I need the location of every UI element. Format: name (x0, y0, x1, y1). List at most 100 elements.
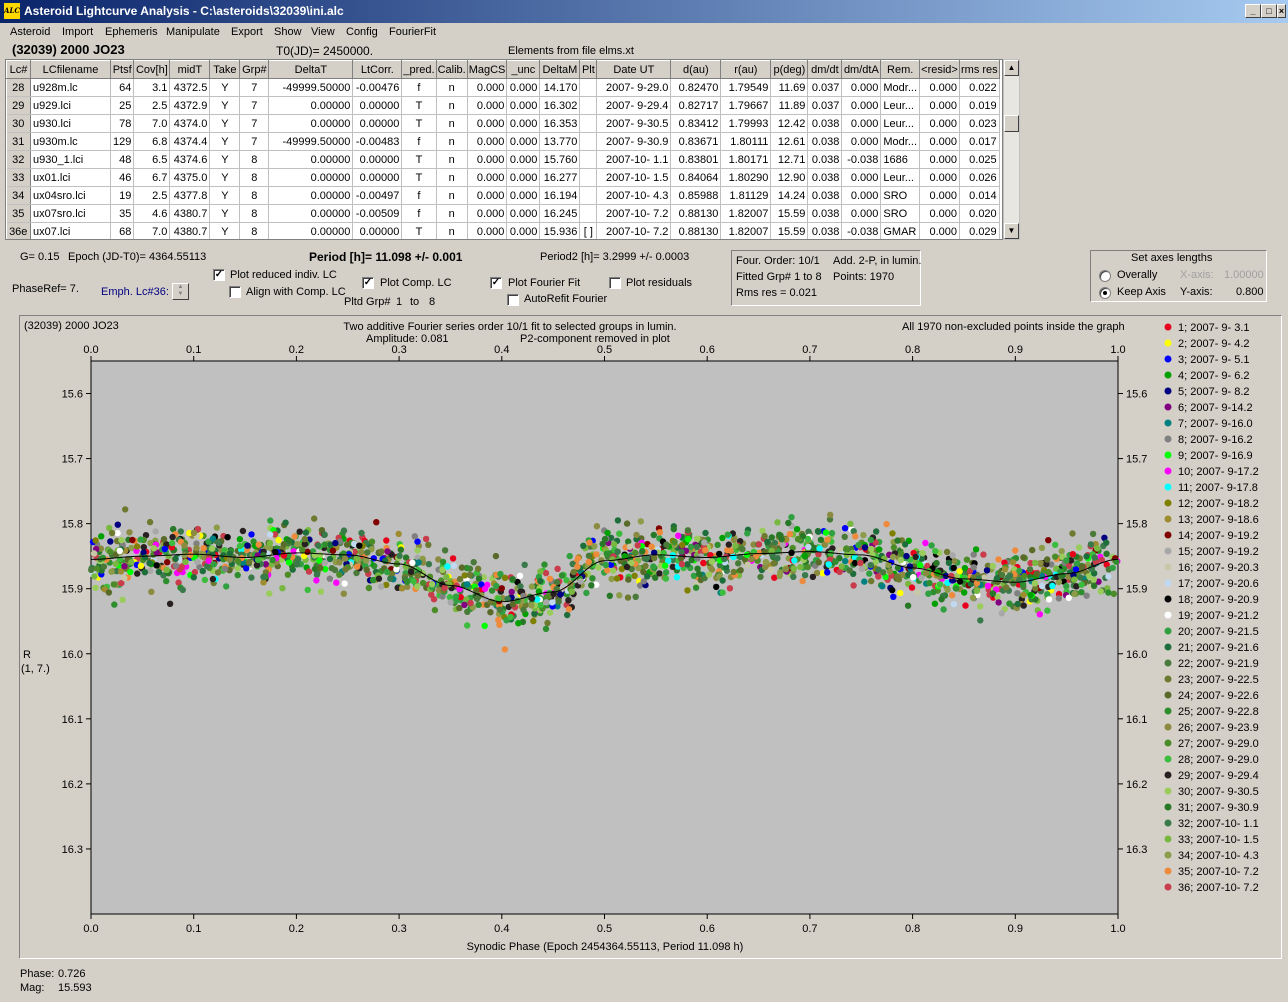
table-cell[interactable]: Y (209, 96, 241, 115)
table-cell[interactable]: Leur... (880, 96, 920, 115)
plot-residuals-checkbox[interactable] (609, 277, 621, 289)
menu-export[interactable]: Export (231, 26, 263, 38)
table-cell[interactable]: Y (209, 186, 241, 205)
table-cell[interactable]: 4374.4 (169, 132, 211, 151)
table-cell[interactable]: 0.000 (467, 150, 508, 169)
column-header[interactable]: LCfilename (30, 60, 111, 79)
table-cell[interactable]: 0.000 (467, 132, 508, 151)
table-cell[interactable]: T (401, 168, 437, 187)
table-cell[interactable]: 0.00000 (352, 114, 403, 133)
table-cell[interactable]: 0.000 (919, 168, 960, 187)
emph-lc-spinner[interactable]: ▲ ▼ (172, 283, 189, 300)
menu-show[interactable]: Show (274, 26, 302, 38)
table-cell[interactable]: 2007-10- 7.2 (596, 222, 672, 239)
table-cell[interactable]: Y (209, 78, 241, 97)
column-header[interactable]: Date UT (596, 60, 672, 79)
column-header[interactable]: Rem. (880, 60, 920, 79)
column-header[interactable]: LtCorr. (352, 60, 403, 79)
table-cell[interactable]: -0.00483 (352, 132, 403, 151)
table-cell[interactable] (579, 132, 598, 151)
table-cell[interactable]: Modr... (880, 78, 920, 97)
row-header[interactable]: 34 (6, 186, 31, 205)
table-cell[interactable]: 0.00000 (352, 150, 403, 169)
table-cell[interactable]: 2007- 9-29.4 (596, 96, 672, 115)
table-cell[interactable]: 4.6 (133, 204, 171, 223)
table-cell[interactable]: 4380.7 (169, 222, 211, 239)
column-header[interactable]: Cov[h] (133, 60, 171, 79)
column-header[interactable]: DeltaM (539, 60, 581, 79)
pltd-grp-to[interactable]: 8 (429, 296, 435, 308)
app-icon[interactable]: ALC (4, 3, 20, 19)
table-cell[interactable]: 15.59 (770, 222, 809, 239)
table-cell[interactable]: 12.90 (770, 168, 809, 187)
column-header[interactable]: midT (169, 60, 211, 79)
table-cell[interactable]: Y (209, 222, 241, 239)
menu-manipulate[interactable]: Manipulate (166, 26, 220, 38)
table-cell[interactable]: 0.000 (506, 150, 541, 169)
table-cell[interactable]: 2007- 9-30.9 (596, 132, 672, 151)
table-cell[interactable]: 11.89 (770, 96, 809, 115)
table-cell[interactable]: ux01.lci (30, 168, 111, 187)
table-cell[interactable]: 0.000 (506, 114, 541, 133)
table-cell[interactable]: n (436, 96, 468, 115)
table-row[interactable]: 36e ux07.lci 68 7.0 4380.7 Y 8 0.00000 0.00000 Tn… (6, 222, 1000, 239)
table-cell[interactable]: -0.038 (841, 222, 882, 239)
table-cell[interactable]: 0.000 (467, 204, 508, 223)
pltd-grp-from[interactable]: 1 (396, 296, 402, 308)
table-row[interactable]: 35 ux07sro.lci 35 4.6 4380.7 Y 8 0.00000 -0.0050… (6, 204, 1000, 223)
table-cell[interactable]: Y (209, 150, 241, 169)
table-cell[interactable]: 0.000 (841, 96, 882, 115)
menu-ephemeris[interactable]: Ephemeris (105, 26, 158, 38)
keep-axis-radio[interactable] (1099, 287, 1111, 299)
table-cell[interactable]: Leur... (880, 114, 920, 133)
table-cell[interactable]: n (436, 78, 468, 97)
table-cell[interactable]: 0.000 (506, 222, 541, 239)
table-cell[interactable]: 0.000 (506, 204, 541, 223)
table-cell[interactable]: 0.037 (807, 78, 843, 97)
table-cell[interactable]: u929.lci (30, 96, 111, 115)
table-cell[interactable]: 0.00000 (268, 114, 354, 133)
table-cell[interactable]: 0.038 (807, 132, 843, 151)
table-cell[interactable]: 0.83801 (670, 150, 722, 169)
table-cell[interactable]: [ ] (579, 222, 598, 239)
table-cell[interactable]: n (436, 114, 468, 133)
table-cell[interactable]: 0.000 (506, 168, 541, 187)
table-cell[interactable]: 48 (110, 150, 135, 169)
table-cell[interactable]: 0.000 (841, 114, 882, 133)
table-cell[interactable]: 0.000 (919, 96, 960, 115)
table-cell[interactable]: 0.84064 (670, 168, 722, 187)
table-cell[interactable]: 0.00000 (352, 168, 403, 187)
table-cell[interactable]: 14.170 (539, 78, 581, 97)
table-cell[interactable]: 7 (239, 132, 270, 151)
table-row[interactable]: 34 ux04sro.lci 19 2.5 4377.8 Y 8 0.00000 -0.0049… (6, 186, 1000, 205)
table-cell[interactable]: Leur... (880, 168, 920, 187)
table-cell[interactable]: 2.5 (133, 96, 171, 115)
maximize-button[interactable]: □ (1261, 4, 1277, 18)
table-cell[interactable]: 0.023 (959, 114, 1000, 133)
table-cell[interactable]: 64 (110, 78, 135, 97)
table-cell[interactable]: 0.038 (807, 150, 843, 169)
column-header[interactable]: DeltaT (268, 60, 354, 79)
table-row[interactable]: 28 u928m.lc 64 3.1 4372.5 Y 7 -49999.50000 -0.00… (6, 78, 1000, 97)
scroll-down-button[interactable]: ▼ (1004, 223, 1019, 239)
table-cell[interactable]: u930_1.lci (30, 150, 111, 169)
table-cell[interactable]: 8 (239, 204, 270, 223)
column-header[interactable]: dm/dt (807, 60, 843, 79)
table-cell[interactable]: 1.80290 (720, 168, 772, 187)
table-cell[interactable]: -0.00497 (352, 186, 403, 205)
table-cell[interactable]: 68 (110, 222, 135, 239)
table-cell[interactable]: 6.7 (133, 168, 171, 187)
table-cell[interactable]: 0.014 (959, 186, 1000, 205)
table-cell[interactable]: -0.00476 (352, 78, 403, 97)
table-cell[interactable]: 7.0 (133, 222, 171, 239)
row-header[interactable]: 28 (6, 78, 31, 97)
column-header[interactable]: dm/dtA (841, 60, 882, 79)
table-cell[interactable]: T (401, 222, 437, 239)
table-cell[interactable]: 0.000 (919, 150, 960, 169)
table-cell[interactable]: 1.79549 (720, 78, 772, 97)
table-cell[interactable]: 0.026 (959, 168, 1000, 187)
y-axis-input[interactable]: 0.800 (1236, 286, 1264, 298)
column-header[interactable]: _pred. (401, 60, 437, 79)
table-cell[interactable]: 0.85988 (670, 186, 722, 205)
table-cell[interactable]: 46 (110, 168, 135, 187)
